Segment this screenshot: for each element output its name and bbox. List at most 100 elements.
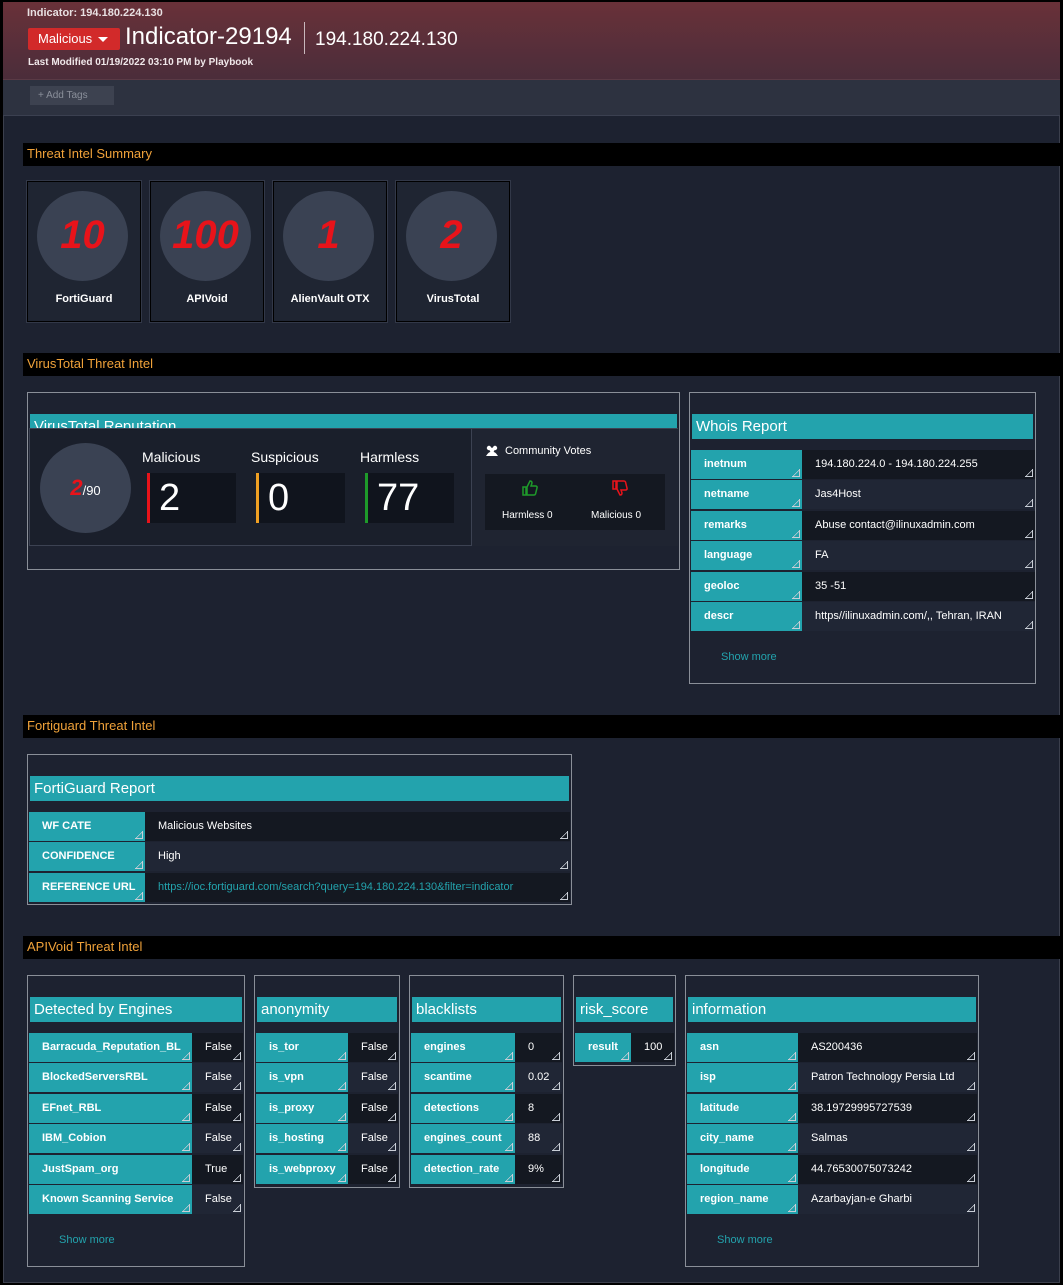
vt-total: /90 xyxy=(82,483,101,498)
engine-result: False xyxy=(192,1063,243,1092)
anonymity-key: is_vpn xyxy=(256,1063,348,1092)
whois-key: descr xyxy=(691,602,802,631)
whois-panel: Whois Report inetnum 194.180.224.0 - 194… xyxy=(689,392,1036,684)
whois-key: netname xyxy=(691,480,802,509)
whois-key: remarks xyxy=(691,511,802,540)
fortiguard-key: CONFIDENCE xyxy=(29,842,145,871)
severity-dropdown[interactable]: Malicious xyxy=(28,28,120,50)
blacklists-key: scantime xyxy=(411,1063,515,1092)
indicator-header: Indicator: 194.180.224.130 Malicious Ind… xyxy=(3,2,1060,80)
score-source-label: APIVoid xyxy=(186,293,228,305)
information-key: isp xyxy=(687,1063,798,1092)
engine-result: False xyxy=(192,1185,243,1214)
whois-key: language xyxy=(691,541,802,570)
fortiguard-key: WF CATE xyxy=(29,812,145,841)
vt-score: 2 xyxy=(70,475,83,500)
whois-value: Jas4Host xyxy=(802,480,1035,509)
reference-url-link[interactable]: https://ioc.fortiguard.com/search?query=… xyxy=(145,873,570,902)
risk-score-panel: risk_score result 100 xyxy=(573,975,676,1066)
community-votes: Community Votes Harmless 0 Malicious 0 xyxy=(471,429,678,546)
blacklists-value: 0.02 xyxy=(515,1063,562,1092)
engine-name: JustSpam_org xyxy=(29,1155,192,1184)
fortiguard-value: High xyxy=(145,842,570,871)
last-modified: Last Modified 01/19/2022 03:10 PM by Pla… xyxy=(28,57,254,68)
panel-title: blacklists xyxy=(412,997,561,1022)
fortiguard-panel: FortiGuard Report WF CATE Malicious Webs… xyxy=(27,754,572,905)
vt-reputation-panel: VirusTotal Reputation 2/90 Malicious 2 S… xyxy=(27,392,680,570)
score-value: 1 xyxy=(283,191,374,281)
blacklists-panel: blacklists engines 0 scantime 0.02 detec… xyxy=(409,975,564,1188)
section-threat-intel-summary: Threat Intel Summary xyxy=(23,143,1060,166)
panel-title: FortiGuard Report xyxy=(30,776,569,801)
suspicious-bar xyxy=(256,473,259,523)
suspicious-value: 0 xyxy=(268,477,290,519)
information-key: region_name xyxy=(687,1185,798,1214)
anonymity-key: is_tor xyxy=(256,1033,348,1062)
information-key: longitude xyxy=(687,1155,798,1184)
information-value: Patron Technology Persia Ltd xyxy=(798,1063,977,1092)
harmless-bar xyxy=(365,473,368,523)
fortiguard-key: REFERENCE URL xyxy=(29,873,145,902)
score-value: 2 xyxy=(406,191,497,281)
whois-value: https//ilinuxadmin.com/,, Tehran, IRAN xyxy=(802,602,1035,631)
harmless-value: 77 xyxy=(377,477,420,519)
anonymity-value: False xyxy=(348,1063,398,1092)
score-source-label: FortiGuard xyxy=(55,293,113,305)
malicious-count: 2 xyxy=(147,473,236,523)
whois-key: inetnum xyxy=(691,450,802,479)
anonymity-value: False xyxy=(348,1124,398,1153)
add-tags-button[interactable]: + Add Tags xyxy=(30,86,114,105)
blacklists-key: detection_rate xyxy=(411,1155,515,1184)
anonymity-key: is_proxy xyxy=(256,1094,348,1123)
engine-result: False xyxy=(192,1124,243,1153)
information-value: 38.19729995727539 xyxy=(798,1094,977,1123)
information-show-more-link[interactable]: Show more xyxy=(717,1234,773,1246)
suspicious-label: Suspicious xyxy=(251,449,319,465)
panel-title: information xyxy=(688,997,976,1022)
information-value: Azarbayjan-e Gharbi xyxy=(798,1185,977,1214)
malicious-votes: Malicious 0 xyxy=(591,510,642,521)
score-source-label: AlienVault OTX xyxy=(290,293,370,305)
malicious-label: Malicious xyxy=(142,449,201,465)
blacklists-key: detections xyxy=(411,1094,515,1123)
tag-bar: + Add Tags xyxy=(3,80,1060,116)
thumbs-up-icon[interactable] xyxy=(521,479,539,497)
score-value: 10 xyxy=(37,191,128,281)
risk-score-value: 100 xyxy=(631,1033,674,1062)
engines-panel: Detected by Engines Barracuda_Reputation… xyxy=(27,975,245,1267)
indicator-id: Indicator-29194 xyxy=(125,23,292,50)
caret-down-icon xyxy=(98,37,108,42)
engine-name: IBM_Cobion xyxy=(29,1124,192,1153)
breadcrumb: Indicator: 194.180.224.130 xyxy=(27,7,163,19)
engine-name: Known Scanning Service xyxy=(29,1185,192,1214)
blacklists-value: 0 xyxy=(515,1033,562,1062)
harmless-count: 77 xyxy=(365,473,454,523)
blacklists-value: 9% xyxy=(515,1155,562,1184)
whois-value: 35 -51 xyxy=(802,572,1035,601)
malicious-value: 2 xyxy=(159,477,181,519)
anonymity-panel: anonymity is_tor False is_vpn False is_p… xyxy=(254,975,400,1188)
whois-show-more-link[interactable]: Show more xyxy=(721,651,777,663)
votes-box: Harmless 0 Malicious 0 xyxy=(485,474,665,530)
engine-name: BlockedServersRBL xyxy=(29,1063,192,1092)
blacklists-value: 8 xyxy=(515,1094,562,1123)
engines-show-more-link[interactable]: Show more xyxy=(59,1234,115,1246)
severity-label: Malicious xyxy=(38,31,93,46)
whois-key: geoloc xyxy=(691,572,802,601)
harmless-votes: Harmless 0 xyxy=(502,510,553,521)
thumbs-down-icon[interactable] xyxy=(611,479,629,497)
anonymity-value: False xyxy=(348,1094,398,1123)
section-fortiguard: Fortiguard Threat Intel xyxy=(23,715,1060,738)
information-value: 44.76530075073242 xyxy=(798,1155,977,1184)
anonymity-value: False xyxy=(348,1155,398,1184)
anonymity-key: is_webproxy xyxy=(256,1155,348,1184)
title-divider xyxy=(304,22,305,54)
information-value: Salmas xyxy=(798,1124,977,1153)
summary-card-apivoid: 100 APIVoid xyxy=(149,180,265,323)
anonymity-key: is_hosting xyxy=(256,1124,348,1153)
section-apivoid: APIVoid Threat Intel xyxy=(23,936,1060,959)
engine-result: True xyxy=(192,1155,243,1184)
whois-value: Abuse contact@ilinuxadmin.com xyxy=(802,511,1035,540)
fortiguard-value: Malicious Websites xyxy=(145,812,570,841)
indicator-value: 194.180.224.130 xyxy=(315,29,458,50)
